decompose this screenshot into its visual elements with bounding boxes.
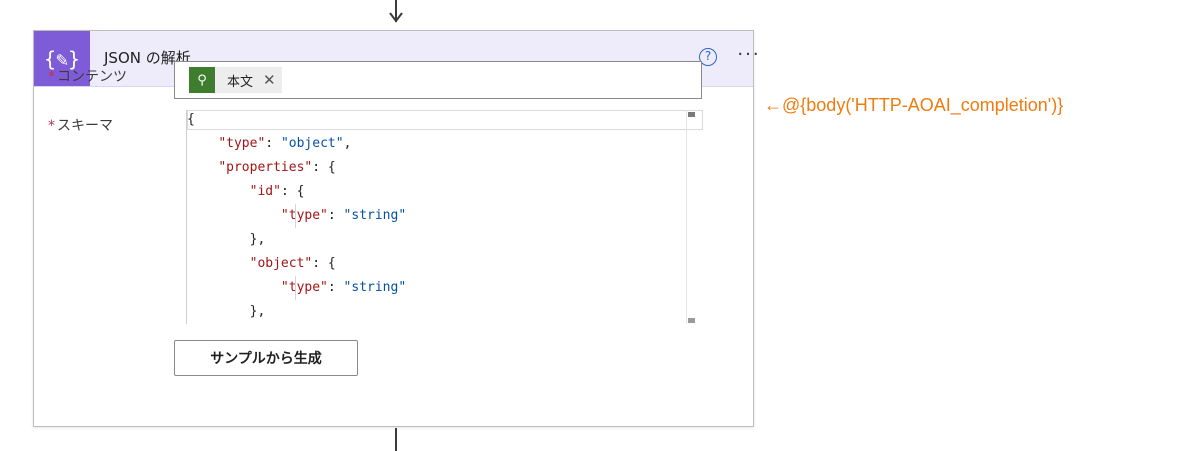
code-punctuation: }, [249,304,266,319]
code-line: "type": "string" [187,204,406,228]
code-punctuation: }, [249,232,266,247]
content-input[interactable]: ⚲ 本文 ✕ [174,61,702,99]
code-line: { [187,110,406,132]
code-punctuation: : { [312,256,336,271]
code-punctuation: : { [280,184,305,199]
schema-editor[interactable]: { "type": "object", "properties": { "id"… [186,110,703,324]
code-punctuation: { [187,112,195,127]
arrow-down-icon [389,12,403,23]
code-punctuation: , [343,136,352,151]
more-options-icon[interactable]: ··· [734,46,764,68]
annotation-text: ←@{body('HTTP-AOAI_completion')} [764,95,1064,115]
schema-label: * スキーマ [48,115,113,135]
http-trigger-icon: ⚲ [189,67,215,93]
required-mark: * [48,69,55,85]
code-punctuation: : { [312,160,336,175]
json-key: "id" [249,184,281,199]
code-line: "type": "string" [187,276,406,300]
code-line: "id": { [187,180,406,204]
json-value: "object" [280,136,344,151]
code-line: "object": { [187,252,406,276]
scrollbar-thumb-top[interactable] [688,112,695,117]
indent-guide [295,204,296,228]
token-label: 本文 [227,74,254,90]
json-key: "type" [280,280,328,295]
indent-guide [295,276,296,300]
code-line: }, [187,228,406,252]
schema-code: { "type": "object", "properties": { "id"… [187,110,406,324]
required-mark: * [48,118,55,134]
dynamic-content-token[interactable]: ⚲ 本文 ✕ [189,67,282,93]
close-icon[interactable]: ✕ [263,71,282,89]
schema-label-text: スキーマ [57,118,113,134]
editor-scrollbar[interactable] [686,110,696,324]
generate-from-sample-button[interactable]: サンプルから生成 [174,340,358,376]
json-key: "properties" [218,160,313,175]
json-key: "object" [249,256,313,271]
json-key: "type" [280,208,328,223]
content-label-text: コンテンツ [57,69,127,85]
code-line: "type": "object", [187,132,406,156]
content-label: * コンテンツ [48,66,127,86]
scrollbar-thumb-bottom[interactable] [688,318,695,323]
json-value: "string" [343,208,407,223]
flow-connector-bottom [395,428,397,451]
json-key: "type" [218,136,266,151]
code-line: }, [187,300,406,324]
code-line: "properties": { [187,156,406,180]
json-value: "string" [343,280,407,295]
